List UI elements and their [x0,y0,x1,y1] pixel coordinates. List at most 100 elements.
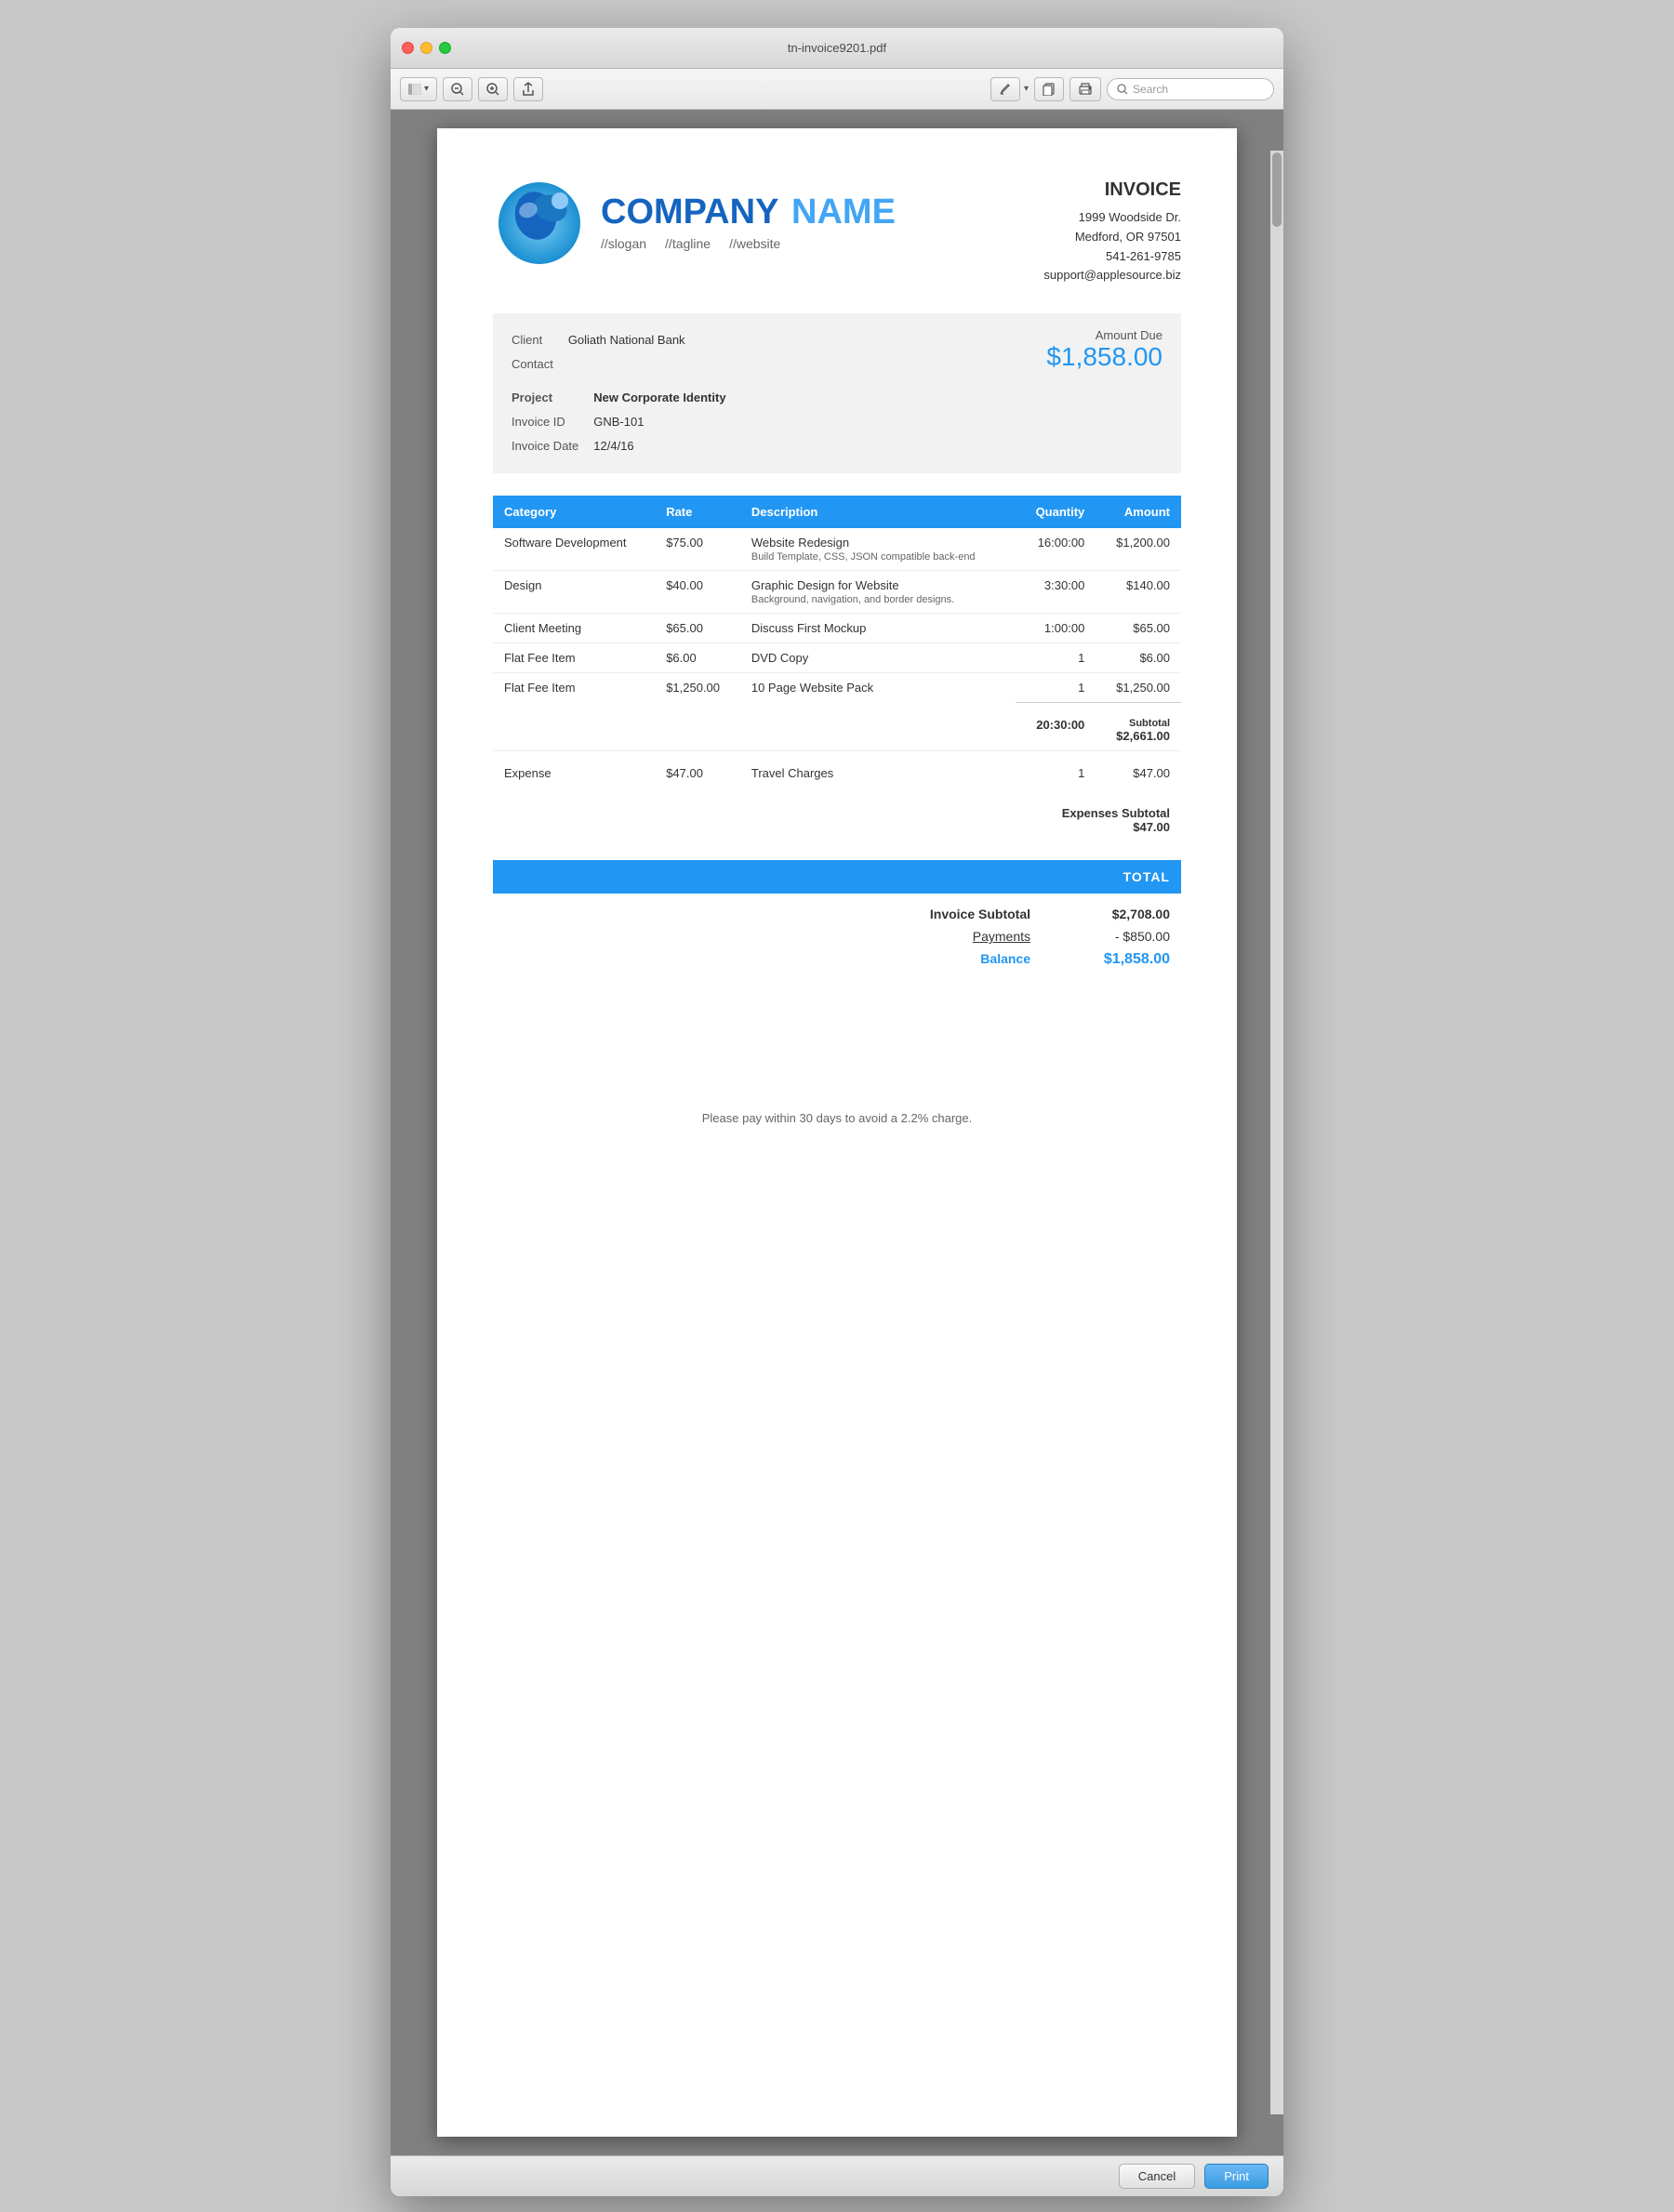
sidebar-toggle-button[interactable]: ▾ [400,77,437,101]
address-line1: 1999 Woodside Dr. [1043,208,1181,228]
table-header-row: Category Rate Description Quantity Amoun… [493,496,1181,528]
invoice-date-value: 12/4/16 [593,434,725,458]
table-row: Flat Fee Item $6.00 DVD Copy 1 $6.00 [493,643,1181,673]
address-line2: Medford, OR 97501 [1043,228,1181,247]
row5-quantity: 1 [1016,673,1096,703]
company-name-area: COMPANY NAME //slogan //tagline //websit… [601,192,896,251]
invoice-address-block: INVOICE 1999 Woodside Dr. Medford, OR 97… [1043,175,1181,285]
invoice-subtotal-label: Invoice Subtotal [882,907,1030,921]
total-header-label: TOTAL [1123,869,1170,884]
subtotal-row: 20:30:00 Subtotal $2,661.00 [493,703,1181,751]
expense-rate: $47.00 [655,751,740,788]
pdf-container: COMPANY NAME //slogan //tagline //websit… [391,110,1283,2155]
subtotal-label: Subtotal [1107,718,1170,729]
pdf-area: COMPANY NAME //slogan //tagline //websit… [391,110,1283,2155]
project-values: New Corporate Identity GNB-101 12/4/16 [593,386,725,458]
client-name-value: Goliath National Bank [568,328,685,352]
toolbar: ▾ [391,69,1283,110]
project-labels: Project Invoice ID Invoice Date [512,386,578,458]
row1-category: Software Development [493,528,655,571]
client-details: Client Contact Goliath National Bank Pro… [512,328,726,458]
balance-label: Balance [882,951,1030,968]
expense-row: Expense $47.00 Travel Charges 1 $47.00 [493,751,1181,788]
col-rate: Rate [655,496,740,528]
project-value: New Corporate Identity [593,386,725,410]
row1-quantity: 16:00:00 [1016,528,1096,571]
table-row: Client Meeting $65.00 Discuss First Mock… [493,614,1181,643]
traffic-lights [402,42,451,54]
expense-description: Travel Charges [740,751,1016,788]
pen-dropdown[interactable]: ▾ [1024,84,1029,94]
share-button[interactable] [513,77,543,101]
minimize-button[interactable] [420,42,432,54]
cancel-button[interactable]: Cancel [1119,2164,1195,2189]
footer-note: Please pay within 30 days to avoid a 2.2… [493,1093,1181,1125]
zoom-out-button[interactable] [443,77,472,101]
row2-description: Graphic Design for Website Background, n… [740,571,1016,614]
balance-row: Balance $1,858.00 [504,947,1170,972]
app-window: tn-invoice9201.pdf ▾ [391,28,1283,2196]
annotation-tools: ▾ [990,77,1029,101]
company-name: COMPANY NAME [601,192,896,232]
row2-rate: $40.00 [655,571,740,614]
scrollbar-thumb[interactable] [1272,152,1282,227]
row4-category: Flat Fee Item [493,643,655,673]
company-taglines: //slogan //tagline //website [601,236,896,251]
search-placeholder: Search [1133,83,1168,96]
row1-amount: $1,200.00 [1096,528,1181,571]
expenses-subtotal-value: $47.00 [1027,820,1170,834]
close-button[interactable] [402,42,414,54]
row4-description: DVD Copy [740,643,1016,673]
col-amount: Amount [1096,496,1181,528]
invoice-id-label: Invoice ID [512,410,578,434]
company-website: //website [729,236,780,251]
client-section: Client Contact Goliath National Bank Pro… [493,313,1181,473]
invoice-table: Category Rate Description Quantity Amoun… [493,496,1181,841]
total-rows: Invoice Subtotal $2,708.00 Payments - $8… [493,894,1181,981]
row1-description: Website Redesign Build Template, CSS, JS… [740,528,1016,571]
pdf-page: COMPANY NAME //slogan //tagline //websit… [437,128,1237,2137]
total-header: TOTAL [493,860,1181,894]
maximize-button[interactable] [439,42,451,54]
row3-quantity: 1:00:00 [1016,614,1096,643]
zoom-in-button[interactable] [478,77,508,101]
row5-amount: $1,250.00 [1096,673,1181,703]
col-description: Description [740,496,1016,528]
company-tagline: //tagline [665,236,711,251]
row3-category: Client Meeting [493,614,655,643]
row3-amount: $65.00 [1096,614,1181,643]
col-category: Category [493,496,655,528]
invoice-id-value: GNB-101 [593,410,725,434]
balance-value: $1,858.00 [1086,951,1170,968]
print-toolbar-button[interactable] [1070,77,1101,101]
logo-area: COMPANY NAME //slogan //tagline //websit… [493,175,896,268]
invoice-header: COMPANY NAME //slogan //tagline //websit… [493,175,1181,285]
table-row: Design $40.00 Graphic Design for Website… [493,571,1181,614]
row4-rate: $6.00 [655,643,740,673]
row4-quantity: 1 [1016,643,1096,673]
pen-tool-button[interactable] [990,77,1020,101]
company-name-part1: COMPANY [601,192,778,232]
titlebar: tn-invoice9201.pdf [391,28,1283,69]
scrollbar-track[interactable] [1270,151,1283,2114]
subtotal-quantity: 20:30:00 [1016,703,1096,751]
client-values: Goliath National Bank [568,328,685,377]
print-button[interactable]: Print [1204,2164,1269,2189]
row2-category: Design [493,571,655,614]
invoice-date-label: Invoice Date [512,434,578,458]
row2-amount: $140.00 [1096,571,1181,614]
copy-button[interactable] [1034,77,1064,101]
client-name-label: Client [512,328,553,352]
table-row: Software Development $75.00 Website Rede… [493,528,1181,571]
subtotal-value: Subtotal $2,661.00 [1096,703,1181,751]
table-row: Flat Fee Item $1,250.00 10 Page Website … [493,673,1181,703]
footer-text: Please pay within 30 days to avoid a 2.2… [702,1111,973,1125]
company-slogan: //slogan [601,236,646,251]
payments-value: - $850.00 [1086,929,1170,944]
expense-category: Expense [493,751,655,788]
search-box[interactable]: Search [1107,78,1274,100]
payments-label: Payments [882,929,1030,944]
amount-due-section: Amount Due $1,858.00 [1046,328,1162,372]
expenses-subtotal-row: Expenses Subtotal $47.00 [493,788,1181,841]
expenses-subtotal-label: Expenses Subtotal [1027,806,1170,820]
